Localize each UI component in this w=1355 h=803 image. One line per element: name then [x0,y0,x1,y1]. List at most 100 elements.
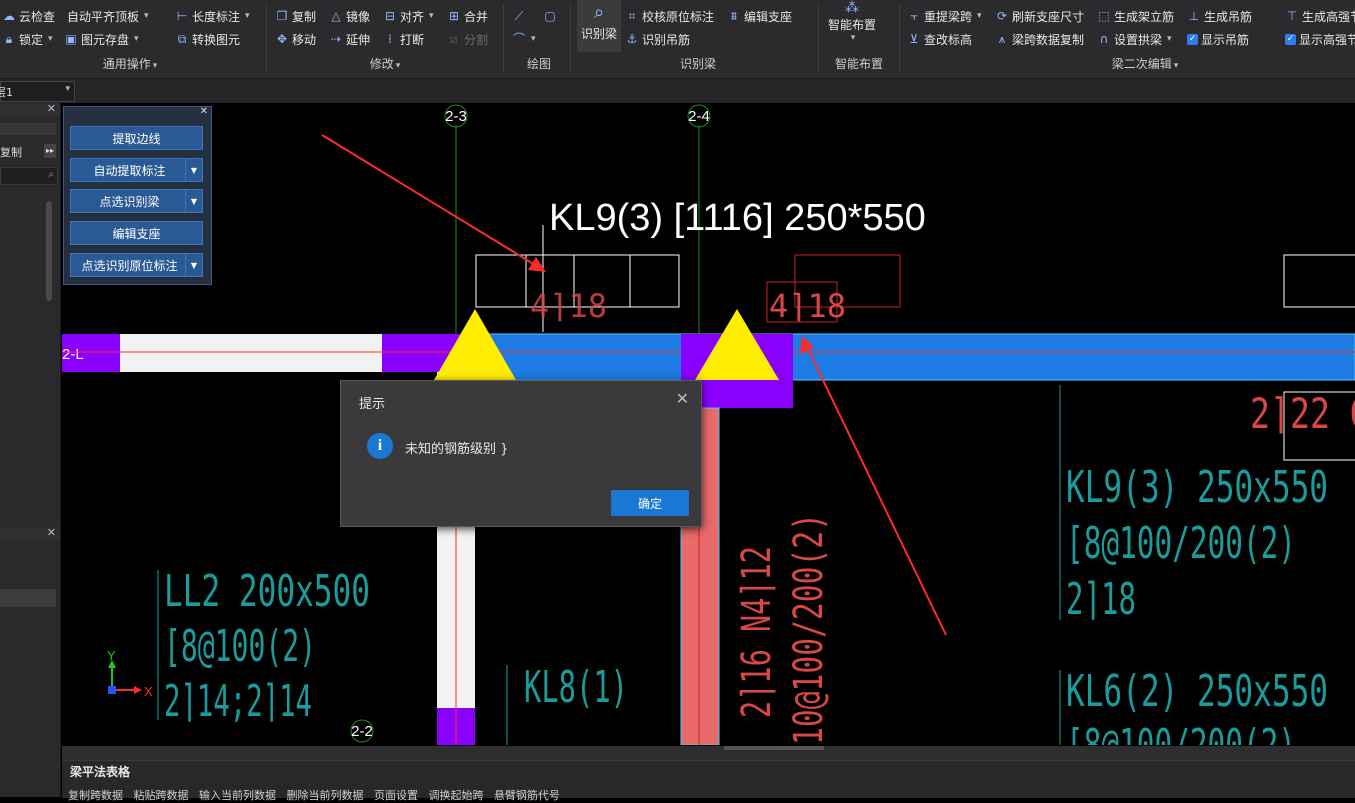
group-general-label[interactable]: 通用操作 ▾ [80,55,180,72]
vert-rebar-line2: 10@100/200(2) [786,513,832,745]
convert-icon: ⧉ [177,32,187,46]
set-arch-button[interactable]: ∩ 设置拱梁 ▾ [1097,30,1172,48]
checkbox-checked-icon: ✓ [1187,33,1198,45]
secondary-toolbar [0,79,1355,103]
beam-table-title: 梁平法表格 [70,765,131,779]
break-button[interactable]: ⁞ 打断 [383,30,424,48]
refresh-support-size-button[interactable]: ⟳ 刷新支座尺寸 [995,7,1084,25]
beam-table-toolbar[interactable]: 复制跨数据 粘贴跨数据 输入当前列数据 删除当前列数据 页面设置 调换起始跨 悬… [68,787,560,803]
show-hanger-checkbox[interactable]: ✓ 显示吊筋 [1187,30,1249,48]
split-button[interactable]: ⧄ 分割 [447,30,488,48]
recognize-hanger-button[interactable]: ⚓︎ 识别吊筋 [625,30,690,48]
ribbon-separator [503,4,504,72]
gen-stand-bar-button[interactable]: ⬚ 生成架立筋 [1097,7,1174,25]
dialog-close-icon[interactable]: ✕ [676,389,689,408]
recognize-icon: ⌕ [593,2,605,23]
split-icon: ⧄ [450,32,458,46]
reextract-span-button[interactable]: ⫟ 重提梁跨 ▾ [907,7,981,25]
ucs-x-arrow [134,686,142,694]
close-icon[interactable]: ✕ [47,526,56,539]
hanger-icon: ⚓︎ [626,32,638,46]
elevation-icon: ⊻ [909,32,919,46]
chevron-down-icon[interactable]: ▼ [185,159,202,181]
group-modify-label[interactable]: 修改 ▾ [345,55,425,72]
gen-hanger-button[interactable]: ⊥ 生成吊筋 [1187,7,1252,25]
rebar-label-a: 4⌉18 [530,287,607,325]
arc-icon: ⌒ [512,32,525,46]
check-elev-button[interactable]: ⊻ 查改标高 [907,30,972,48]
extend-button[interactable]: ⇢ 延伸 [329,30,370,48]
length-dim-button[interactable]: ⊢ 长度标注 ▾ [175,7,250,25]
gen-high-strength-button[interactable]: ⊤生成高强节 [1285,7,1355,25]
point-select-beam-button[interactable]: 点选识别梁 ▼ [70,189,203,213]
lock-button[interactable]: 🔒︎ 锁定 ▾ [2,30,53,48]
align-button[interactable]: ⊟ 对齐 ▾ [383,7,434,25]
dimension-icon: ⊢ [176,9,188,23]
draw-arc-button[interactable]: ⌒ ▾ [512,30,536,48]
auto-flat-top-button[interactable]: 自动平齐顶板 ▾ [67,7,149,25]
rebar-label-right: 2⌉22 G [1250,389,1355,438]
ribbon-separator [266,4,267,72]
kl6-annot-line1: KL6(2) 250x550 [1066,666,1328,717]
rectangle-icon: ▢ [544,9,556,23]
axis-label-2-2: 2-2 [351,723,373,740]
chevron-down-icon[interactable]: ▼ [185,254,202,276]
storage-icon: ▣ [65,32,77,46]
axis-label-2-3: 2-3 [445,108,467,125]
extract-edge-button[interactable]: 提取边线 [70,126,203,150]
cad-canvas[interactable]: 2-3 2-4 2-2 KL9(3) [1116] 250*550 4⌉18 4… [62,103,1355,745]
ok-button[interactable]: 确定 [611,490,689,516]
scrollbar-thumb[interactable] [46,201,52,301]
smart-layout-icon: ⁂ [845,0,859,16]
check-origin-annot-button[interactable]: ⌗ 校核原位标注 [625,7,714,25]
group-recognize-label: 识别梁 [679,57,716,71]
move-icon: ✥ [276,32,288,46]
copy-button[interactable]: ❐ 复制 [275,7,316,25]
break-icon: ⁞ [388,32,392,46]
toolbox-edit-support-button[interactable]: 编辑支座 [70,221,203,245]
auto-extract-annot-button[interactable]: 自动提取标注 ▼ [70,158,203,182]
cloud-check-button[interactable]: ☁ 云检查 [2,7,55,25]
ribbon-separator [899,4,900,72]
copy-span-data-button[interactable]: ⩚ 梁跨数据复制 [995,30,1084,48]
check-annot-icon: ⌗ [628,9,636,23]
draw-rect-button[interactable]: ▢ [543,7,557,25]
splitter-handle[interactable] [724,746,824,750]
smart-layout-button[interactable]: ⁂ 智能布置 ▾ [826,0,878,52]
group-draw-label: 绘图 [526,57,551,71]
expand-icon[interactable]: ▸▸ [44,144,56,158]
ll2-annot-line1: LL2 200x500 [164,566,370,617]
chevron-down-icon[interactable]: ▼ [185,190,202,212]
search-icon: ⌕ [48,169,54,180]
copy-icon: ❐ [276,9,288,23]
edit-support-button[interactable]: ⩩ 编辑支座 [727,7,792,25]
beam-blue-main [475,333,1355,381]
move-button[interactable]: ✥ 移动 [275,30,316,48]
stand-bar-icon: ⬚ [1098,9,1110,23]
point-select-annot-button[interactable]: 点选识别原位标注 ▼ [70,253,203,277]
show-high-strength-checkbox[interactable]: ✓ 显示高强节 [1285,30,1355,48]
convert-element-button[interactable]: ⧉ 转换图元 [175,30,240,48]
ucs-y-label: Y [107,648,116,663]
dialog-title: 提示 [359,397,386,412]
element-storage-button[interactable]: ▣ 图元存盘 ▾ [64,30,138,48]
axis-label-2-4: 2-4 [688,108,710,125]
high-strength-icon: ⊤ [1286,9,1298,23]
layer-select[interactable]: 层1 ▾ [0,81,75,102]
chevron-down-icon: ▾ [65,84,70,94]
left-panel-copy-label[interactable]: 复制 [0,144,22,160]
ucs-x-label: X [144,684,153,699]
mirror-icon: △ [331,9,341,23]
draw-line-button[interactable]: ⟋ [512,7,526,25]
mirror-button[interactable]: △ 镜像 [329,7,370,25]
close-icon[interactable]: ✕ [200,106,208,117]
close-icon[interactable]: ✕ [47,102,56,115]
recognize-toolbox: ✕ 提取边线 自动提取标注 ▼ 点选识别梁 ▼ 编辑支座 点选识别原位标注 ▼ [63,106,212,285]
recognize-beam-button[interactable]: ⌕ 识别梁 [577,0,621,52]
group-secondary-label[interactable]: 梁二次编辑 ▾ [1100,55,1190,72]
bottom-splitter[interactable] [62,746,1355,760]
merge-button[interactable]: ⊞ 合并 [447,7,488,25]
left-search-input[interactable]: ⌕ [0,167,58,185]
kl9-annot-line1: KL9(3) 250x550 [1066,462,1328,513]
beam-white-left [120,334,382,372]
